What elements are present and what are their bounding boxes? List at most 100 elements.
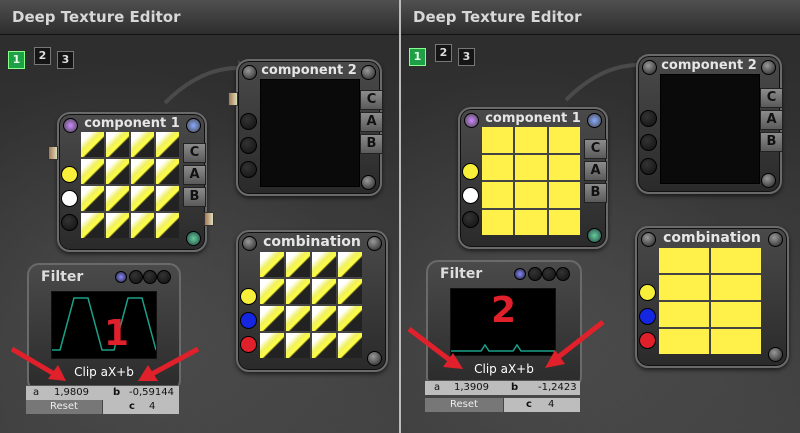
page-tab-1[interactable]: 1: [8, 51, 25, 69]
texture-cell: [659, 329, 709, 354]
component1-b-button[interactable]: B: [584, 183, 607, 203]
annotation-marker: 2: [491, 290, 517, 331]
screw-icon: [242, 65, 257, 80]
texture-cell: [659, 248, 709, 273]
filter-slot[interactable]: [542, 267, 556, 281]
red-color-slot[interactable]: [639, 332, 656, 349]
white-color-slot[interactable]: [462, 187, 479, 204]
color-slot[interactable]: [640, 134, 657, 151]
param-a-value[interactable]: 1,3909: [454, 382, 489, 393]
param-c-label: c: [526, 399, 532, 410]
annotation-arrow-icon: [138, 346, 200, 381]
texture-cell: [711, 329, 761, 354]
param-c-value[interactable]: 4: [548, 399, 554, 410]
blue-color-slot[interactable]: [639, 308, 656, 325]
texture-cell: [260, 306, 284, 331]
filter-slot[interactable]: [129, 270, 143, 284]
filter-slot[interactable]: [143, 270, 157, 284]
texture-cell: [338, 306, 362, 331]
page-tab-2[interactable]: 2: [34, 47, 51, 65]
param-a-value[interactable]: 1,9809: [54, 387, 89, 398]
app-title: Deep Texture Editor: [413, 8, 582, 26]
color-slot[interactable]: [240, 137, 257, 154]
filter-slot[interactable]: [556, 267, 570, 281]
texture-cell: [312, 252, 336, 277]
texture-cell: [548, 209, 580, 235]
texture-cell: [548, 127, 580, 153]
page-tab-3[interactable]: 3: [458, 48, 475, 66]
yellow-color-slot[interactable]: [462, 163, 479, 180]
param-b-value[interactable]: -0,59144: [129, 387, 174, 398]
component2-a-button[interactable]: A: [360, 112, 383, 132]
texture-cell: [312, 333, 336, 358]
white-color-slot[interactable]: [61, 190, 78, 207]
screw-icon: [642, 60, 657, 75]
texture-cell: [106, 132, 129, 157]
screw-icon: [367, 351, 382, 366]
filter-title: Filter: [440, 266, 483, 282]
texture-cell: [515, 127, 547, 153]
component2-c-button[interactable]: C: [760, 88, 783, 108]
yellow-color-slot[interactable]: [61, 166, 78, 183]
color-slot[interactable]: [640, 158, 657, 175]
filter-slot[interactable]: [528, 267, 542, 281]
component1-c-button[interactable]: C: [584, 139, 607, 159]
blue-color-slot[interactable]: [240, 312, 257, 329]
page-tab-1[interactable]: 1: [409, 48, 426, 66]
color-slot[interactable]: [61, 214, 78, 231]
yellow-color-slot[interactable]: [240, 288, 257, 305]
screw-icon: [761, 173, 776, 188]
editor-panel-left: Deep Texture Editor 1 2 3 component 2 C …: [0, 0, 399, 433]
color-slot[interactable]: [240, 113, 257, 130]
component1-c-button[interactable]: C: [183, 143, 206, 163]
page-tab-2[interactable]: 2: [435, 44, 452, 62]
component2-b-button[interactable]: B: [760, 132, 783, 152]
texture-cell: [131, 186, 154, 211]
texture-cell: [81, 159, 104, 184]
component1-a-button[interactable]: A: [183, 165, 206, 185]
param-c-row: c 4: [504, 398, 580, 412]
texture-cell: [338, 252, 362, 277]
texture-cell: [156, 213, 179, 238]
page-tab-3[interactable]: 3: [57, 51, 74, 69]
combination-box: combination: [635, 226, 789, 368]
param-b-value[interactable]: -1,2423: [538, 382, 577, 393]
texture-cell: [548, 182, 580, 208]
color-slot[interactable]: [462, 211, 479, 228]
texture-cell: [156, 186, 179, 211]
screw-icon: [768, 232, 783, 247]
title-bar: Deep Texture Editor: [0, 0, 399, 35]
component2-c-button[interactable]: C: [360, 90, 383, 110]
combination-preview: [260, 252, 362, 358]
param-c-value[interactable]: 4: [149, 401, 155, 412]
texture-cell: [482, 154, 514, 180]
reset-button[interactable]: Reset: [26, 400, 102, 414]
filter-led-icon: [514, 268, 526, 280]
color-slot[interactable]: [640, 110, 657, 127]
combination-title: combination: [263, 234, 361, 250]
param-c-label: c: [129, 401, 135, 412]
annotation-arrow-icon: [10, 346, 66, 381]
filter-slot[interactable]: [157, 270, 171, 284]
texture-cell: [131, 159, 154, 184]
component1-a-button[interactable]: A: [584, 161, 607, 181]
texture-cell: [659, 275, 709, 300]
combination-preview: [659, 248, 761, 354]
connector-icon: [228, 92, 238, 106]
color-slot[interactable]: [240, 161, 257, 178]
connector-icon: [48, 146, 58, 160]
annotation-arrow-icon: [545, 320, 605, 368]
component2-b-button[interactable]: B: [360, 134, 383, 154]
reset-button[interactable]: Reset: [425, 398, 503, 412]
connector-icon: [204, 212, 214, 226]
texture-cell: [286, 333, 310, 358]
texture-cell: [286, 279, 310, 304]
component1-b-button[interactable]: B: [183, 187, 206, 207]
texture-cell: [515, 182, 547, 208]
texture-cell: [156, 159, 179, 184]
yellow-color-slot[interactable]: [639, 284, 656, 301]
red-color-slot[interactable]: [240, 336, 257, 353]
screw-icon: [367, 236, 382, 251]
texture-cell: [515, 209, 547, 235]
component2-a-button[interactable]: A: [760, 110, 783, 130]
